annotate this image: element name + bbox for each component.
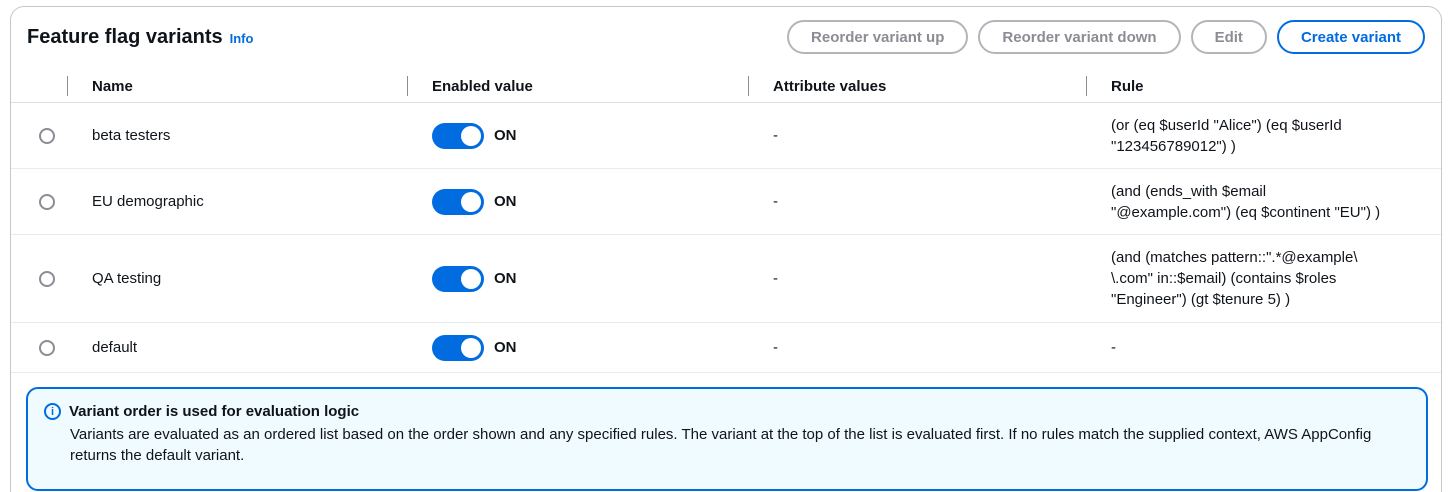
- variant-rule: (or (eq $userId "Alice") (eq $userId "12…: [1111, 116, 1342, 155]
- enabled-toggle[interactable]: [432, 265, 484, 292]
- attribute-values: -: [773, 193, 778, 210]
- enabled-value-label: ON: [494, 270, 517, 287]
- enabled-toggle[interactable]: [432, 334, 484, 361]
- info-link[interactable]: Info: [230, 31, 254, 46]
- variant-name: beta testers: [92, 127, 171, 144]
- alert-title: Variant order is used for evaluation log…: [69, 403, 360, 420]
- enabled-value-cell: ON: [432, 323, 517, 372]
- table-row[interactable]: QA testing ON - (and (matches pattern::"…: [11, 235, 1441, 323]
- enabled-value-cell: ON: [432, 235, 517, 322]
- alert-body: Variants are evaluated as an ordered lis…: [70, 426, 1372, 464]
- container-header: Feature flag variants Info Reorder varia…: [27, 19, 1425, 55]
- enabled-toggle[interactable]: [432, 188, 484, 215]
- table-row[interactable]: default ON - -: [11, 323, 1441, 373]
- title-group: Feature flag variants Info: [27, 26, 253, 49]
- row-select-radio[interactable]: [39, 127, 55, 144]
- enabled-value-label: ON: [494, 193, 517, 210]
- column-header-enabled-value[interactable]: Enabled value: [432, 69, 533, 103]
- table-row[interactable]: EU demographic ON - (and (ends_with $ema…: [11, 169, 1441, 235]
- header-actions: Reorder variant up Reorder variant down …: [787, 20, 1425, 54]
- info-icon: i: [44, 403, 61, 420]
- enabled-value-cell: ON: [432, 103, 517, 168]
- column-header-name[interactable]: Name: [92, 69, 133, 103]
- variant-name: QA testing: [92, 270, 162, 287]
- page-title: Feature flag variants: [27, 25, 223, 48]
- edit-button[interactable]: Edit: [1190, 20, 1267, 54]
- column-separator: [1086, 76, 1087, 96]
- attribute-values: -: [773, 339, 778, 356]
- column-header-rule[interactable]: Rule: [1111, 69, 1144, 103]
- row-select-radio[interactable]: [39, 270, 55, 287]
- variant-rule: (and (matches pattern::".*@example\ \.co…: [1111, 249, 1358, 308]
- toggle-knob: [461, 268, 481, 289]
- attribute-values: -: [773, 127, 778, 144]
- table-header: Name Enabled value Attribute values Rule: [11, 69, 1441, 103]
- feature-flag-variants-container: Feature flag variants Info Reorder varia…: [10, 6, 1442, 492]
- column-header-attribute-values[interactable]: Attribute values: [773, 69, 886, 103]
- column-separator: [748, 76, 749, 96]
- enabled-value-cell: ON: [432, 169, 517, 234]
- variant-name: EU demographic: [92, 193, 204, 210]
- row-select-cell: [39, 323, 55, 372]
- variant-rule: (and (ends_with $email "@example.com") (…: [1111, 182, 1381, 221]
- alert-header: i Variant order is used for evaluation l…: [44, 403, 1410, 420]
- attribute-values: -: [773, 270, 778, 287]
- column-separator: [67, 76, 68, 96]
- row-select-cell: [39, 169, 55, 234]
- row-select-cell: [39, 235, 55, 322]
- info-alert: i Variant order is used for evaluation l…: [26, 387, 1428, 491]
- reorder-up-button[interactable]: Reorder variant up: [787, 20, 969, 54]
- column-separator: [407, 76, 408, 96]
- enabled-value-label: ON: [494, 339, 517, 356]
- create-variant-button[interactable]: Create variant: [1276, 20, 1425, 54]
- variant-rule: -: [1111, 339, 1116, 356]
- variant-name: default: [92, 339, 138, 356]
- row-select-cell: [39, 103, 55, 168]
- enabled-toggle[interactable]: [432, 122, 484, 149]
- row-select-radio[interactable]: [39, 339, 55, 356]
- reorder-down-button[interactable]: Reorder variant down: [978, 20, 1181, 54]
- toggle-knob: [461, 337, 481, 358]
- table-row[interactable]: beta testers ON - (or (eq $userId "Alice…: [11, 103, 1441, 169]
- enabled-value-label: ON: [494, 127, 517, 144]
- toggle-knob: [461, 125, 481, 146]
- toggle-knob: [461, 191, 481, 212]
- row-select-radio[interactable]: [39, 193, 55, 210]
